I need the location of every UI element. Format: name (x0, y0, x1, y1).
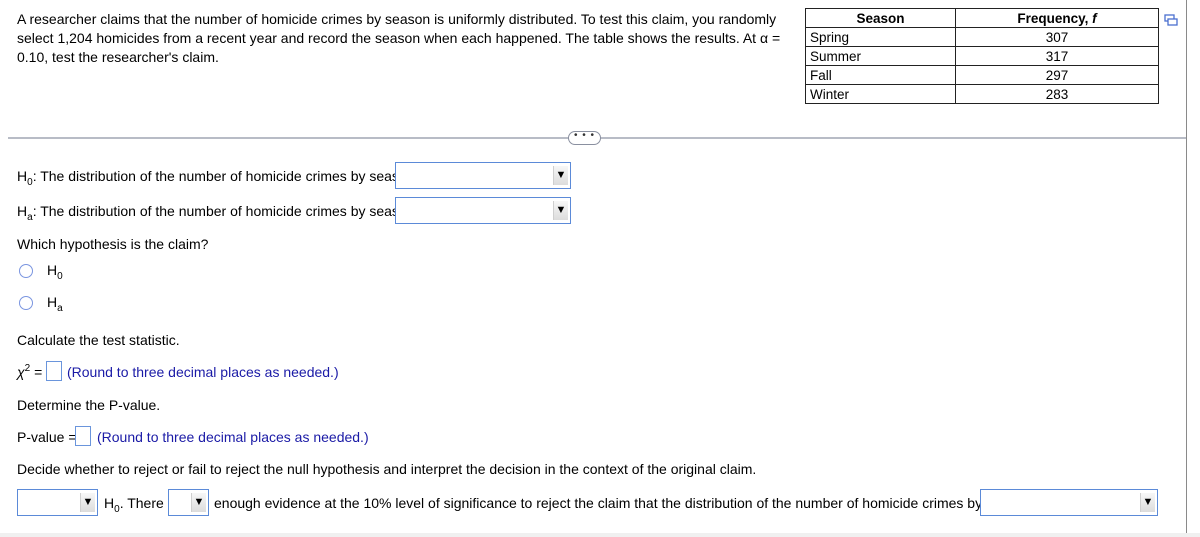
bottom-strip (0, 533, 1200, 537)
season-cell: Fall (805, 65, 956, 85)
dropdown-arrow-icon[interactable]: ▼ (553, 201, 568, 220)
frequency-cell: 283 (955, 84, 1159, 104)
chi-square-hint: (Round to three decimal places as needed… (67, 364, 339, 380)
null-hypothesis-line: H0: The distribution of the number of ho… (17, 168, 415, 188)
claim-question-prompt: Which hypothesis is the claim? (17, 236, 209, 252)
radio-h0[interactable] (19, 264, 33, 278)
h0-text: : The distribution of the number of homi… (32, 168, 415, 184)
ha-symbol: H (17, 203, 28, 219)
frequency-cell: 307 (955, 27, 1159, 47)
season-cell: Summer (805, 46, 956, 66)
ha-text: : The distribution of the number of homi… (32, 203, 415, 219)
dropdown-arrow-icon[interactable]: ▼ (80, 493, 95, 512)
chi-square-input[interactable] (46, 361, 62, 381)
ha-dropdown[interactable]: ▼ (395, 197, 571, 224)
reject-decision-dropdown[interactable]: ▼ (17, 489, 98, 516)
table-row: Fall 297 (805, 65, 1159, 85)
column-header-season: Season (805, 8, 956, 28)
claim-conclusion-dropdown[interactable]: ▼ (980, 489, 1158, 516)
column-header-frequency: Frequency, f (955, 8, 1159, 28)
problem-statement: A researcher claims that the number of h… (17, 11, 781, 65)
frequency-symbol: f (1092, 10, 1097, 26)
evidence-dropdown[interactable]: ▼ (168, 489, 209, 516)
decision-interpretation-text: enough evidence at the 10% level of sign… (214, 495, 1032, 511)
frequency-header-label: Frequency, (1017, 10, 1093, 26)
table-row: Spring 307 (805, 27, 1159, 47)
dropdown-arrow-icon[interactable]: ▼ (1140, 493, 1155, 512)
frequency-table: Season Frequency, f Spring 307 Summer 31… (805, 8, 1159, 104)
radio-ha-label[interactable]: Ha (47, 294, 63, 314)
h0-symbol: H (17, 168, 28, 184)
chi-symbol: χ (17, 364, 25, 380)
panel-border (1186, 0, 1187, 533)
more-options-button[interactable]: • • • (568, 131, 601, 145)
question-page: A researcher claims that the number of h… (0, 0, 1186, 533)
table-header-row: Season Frequency, f (805, 8, 1159, 28)
dropdown-arrow-icon[interactable]: ▼ (553, 166, 568, 185)
radio-ha[interactable] (19, 296, 33, 310)
popout-window-icon[interactable] (1164, 13, 1178, 26)
frequency-cell: 297 (955, 65, 1159, 85)
table-row: Summer 317 (805, 46, 1159, 66)
dropdown-arrow-icon[interactable]: ▼ (191, 493, 206, 512)
decision-h0-text: H0. There (104, 495, 164, 515)
season-cell: Spring (805, 27, 956, 47)
p-value-label: P-value = (17, 429, 77, 445)
alt-hypothesis-line: Ha: The distribution of the number of ho… (17, 203, 415, 223)
season-cell: Winter (805, 84, 956, 104)
radio-h0-label[interactable]: H0 (47, 262, 63, 282)
decision-prompt: Decide whether to reject or fail to reje… (17, 461, 757, 477)
chi-square-label: χ2 = (17, 363, 43, 381)
table-row: Winter 283 (805, 84, 1159, 104)
h0-dropdown[interactable]: ▼ (395, 162, 571, 189)
p-value-input[interactable] (75, 426, 91, 446)
frequency-cell: 317 (955, 46, 1159, 66)
test-statistic-prompt: Calculate the test statistic. (17, 332, 180, 348)
p-value-hint: (Round to three decimal places as needed… (97, 429, 369, 445)
p-value-prompt: Determine the P-value. (17, 397, 161, 413)
